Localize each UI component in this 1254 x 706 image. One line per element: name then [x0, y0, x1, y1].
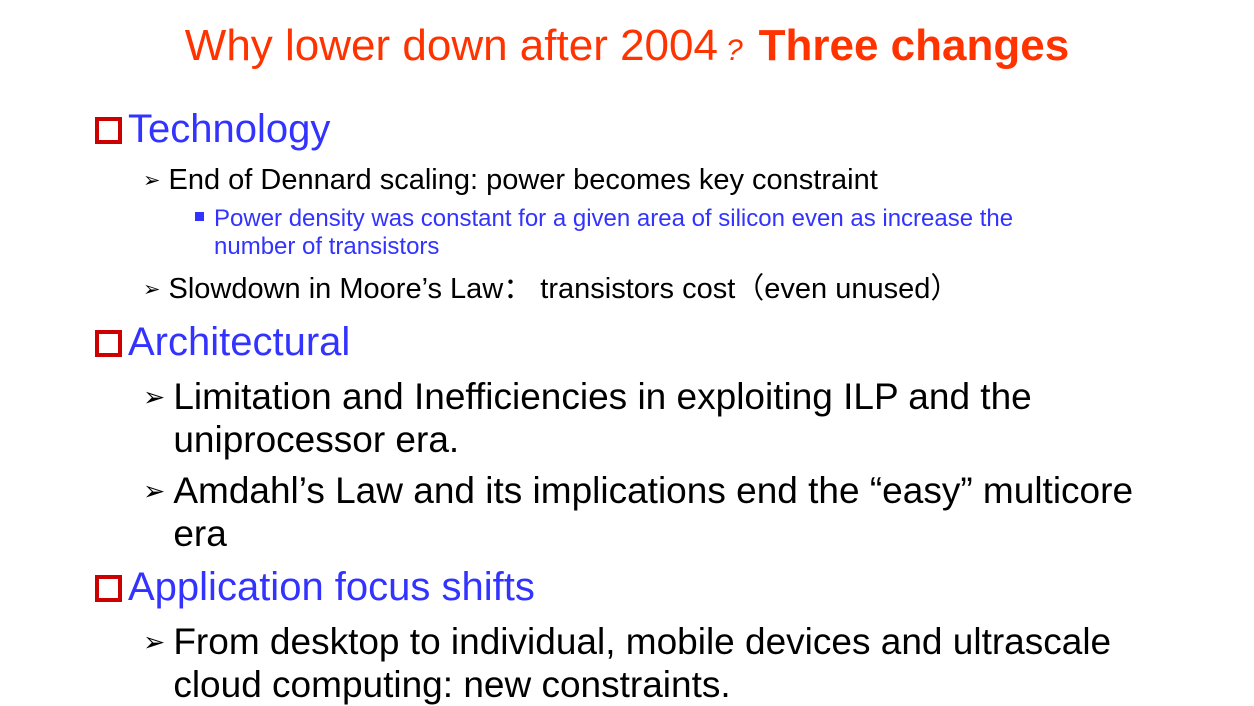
hollow-square-icon [95, 117, 122, 144]
subbullet-line-1: Power density was constant for a given a… [214, 205, 1014, 232]
subbullet-text: Power density was constant for a given a… [214, 205, 1013, 261]
bullet-text: Limitation and Inefficiencies in exploit… [173, 375, 1031, 461]
section-heading-text: Architectural [128, 320, 351, 364]
bullet-desktop-to-mobile: ➢ From desktop to individual, mobile devi… [143, 620, 1111, 706]
arrowhead-icon: ➢ [143, 382, 166, 413]
bullet-line-1: Limitation and Inefficiencies in exploit… [173, 376, 1032, 417]
section-heading-architectural: Architectural [95, 319, 350, 365]
bullet-text: Slowdown in Moore’s Law： transistors cos… [168, 273, 960, 305]
subbullet-line-2: number of transistors [214, 233, 440, 260]
bullet-text: Amdahl’s Law and its implications end th… [173, 469, 1133, 555]
bullet-ilp-limitation: ➢ Limitation and Inefficiencies in exploi… [143, 375, 1032, 461]
section-heading-text: Application focus shifts [128, 565, 535, 609]
slide: Why lower down after 2004? Three changes … [0, 0, 1254, 706]
title-text-regular: Why lower down after 2004 [184, 21, 718, 70]
hollow-square-icon [95, 330, 122, 357]
arrowhead-icon: ➢ [143, 476, 166, 507]
arrowhead-icon: ➢ [143, 277, 161, 301]
filled-square-icon [195, 212, 204, 221]
slide-title: Why lower down after 2004? Three changes [0, 20, 1254, 77]
section-heading-application-focus: Application focus shifts [95, 564, 535, 610]
bullet-line-1: From desktop to individual, mobile devic… [173, 621, 1112, 662]
bullet-dennard-scaling: ➢ End of Dennard scaling: power becomes k… [143, 163, 878, 198]
bullet-line-2: era [173, 513, 227, 554]
bullet-text: End of Dennard scaling: power becomes ke… [168, 164, 878, 196]
bullet-line-2: uniprocessor era. [173, 419, 460, 460]
bullet-moores-law: ➢ Slowdown in Moore’s Law： transistors co… [143, 272, 959, 307]
hollow-square-icon [95, 575, 122, 602]
section-heading-text: Technology [128, 107, 331, 151]
bullet-line-2: cloud computing: new constraints. [173, 664, 731, 705]
arrowhead-icon: ➢ [143, 627, 166, 658]
bullet-line-1: Amdahl’s Law and its implications end th… [173, 470, 1134, 511]
bullet-text: From desktop to individual, mobile devic… [173, 620, 1111, 706]
arrowhead-icon: ➢ [143, 168, 161, 192]
section-heading-technology: Technology [95, 106, 330, 152]
title-question-mark: ? [725, 34, 743, 67]
title-text-bold: Three changes [758, 21, 1070, 70]
subbullet-power-density: Power density was constant for a given a… [195, 205, 1013, 261]
bullet-amdahls-law: ➢ Amdahl’s Law and its implications end t… [143, 469, 1133, 555]
